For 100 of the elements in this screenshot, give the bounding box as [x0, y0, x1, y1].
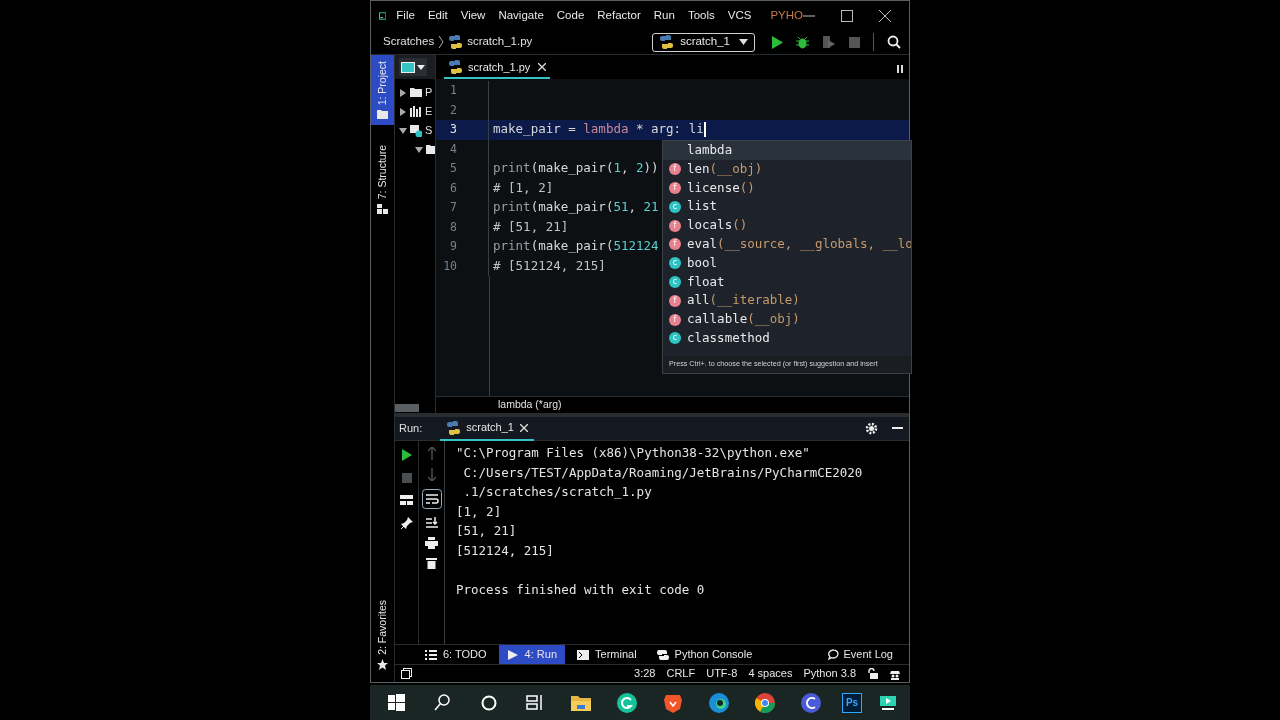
layout-icon[interactable] [400, 495, 413, 505]
lock-icon[interactable] [867, 668, 878, 679]
code-line: print(make_pair(51, 21 [493, 198, 659, 217]
item-type-marker: c [669, 257, 681, 270]
bug-icon[interactable] [796, 35, 809, 49]
menu-item[interactable]: Tools [687, 6, 715, 25]
status-item[interactable]: UTF-8 [706, 665, 738, 682]
menu-item[interactable]: Refactor [597, 6, 641, 25]
completion-item[interactable]: c float [663, 272, 911, 292]
item-type-marker: c [669, 332, 681, 345]
window-icon [401, 61, 415, 73]
run-tab[interactable]: scratch_1 [440, 416, 534, 441]
console-output-line: C:/Users/TEST/AppData/Roaming/JetBrains/PyCharmCE2020 [462, 463, 864, 482]
search-icon[interactable] [433, 692, 453, 713]
scroll-to-end-icon[interactable] [425, 517, 438, 529]
line-number: 9 [449, 238, 457, 256]
menu-item[interactable]: Run [653, 6, 675, 25]
collapsed-arrow-icon[interactable] [399, 88, 407, 97]
search-icon[interactable] [887, 35, 901, 49]
breadcrumb-item[interactable]: lambda (*arg) [498, 397, 562, 413]
circle-app-icon[interactable] [617, 692, 637, 713]
coverage-icon[interactable] [822, 35, 836, 49]
python-icon [656, 649, 669, 660]
console-output-line: [51, 21] [456, 522, 518, 541]
run-icon[interactable] [401, 449, 412, 461]
code-line: make_pair = lambda * arg: li [493, 120, 704, 139]
run-icon[interactable] [771, 35, 783, 49]
line-number: 5 [449, 160, 457, 178]
menu-item[interactable]: VCS [727, 6, 752, 25]
line-number: 2 [449, 101, 457, 119]
settings-icon[interactable] [865, 422, 878, 435]
stop-icon[interactable] [849, 36, 860, 48]
console-output-line: [1, 2] [456, 502, 503, 521]
maximize-icon[interactable] [841, 9, 853, 22]
windows-icon[interactable] [387, 692, 407, 713]
browser-icon[interactable] [755, 692, 775, 713]
scrollbar-thumb[interactable] [395, 404, 419, 412]
status-item[interactable]: CRLF [666, 665, 696, 682]
tool-window-tab[interactable]: Event Log [828, 646, 893, 663]
status-item[interactable]: Python 3.8 [803, 665, 856, 682]
menu-item[interactable]: Navigate [498, 6, 544, 25]
app-icon[interactable]: Ps [842, 692, 862, 713]
text-cursor [703, 122, 706, 138]
tool-window-tab[interactable]: 6: TODO [417, 644, 495, 665]
breadcrumb-item[interactable]: Scratches [383, 33, 435, 51]
completion-item[interactable]: c bool [663, 253, 911, 273]
minimize-icon[interactable] [892, 427, 903, 430]
line-number: 4 [449, 140, 457, 158]
close-icon[interactable] [879, 9, 891, 22]
collapsed-arrow-icon[interactable] [399, 107, 407, 116]
completion-item[interactable]: f callable(__obj) [663, 310, 911, 329]
completion-item[interactable]: f license() [663, 178, 911, 198]
completion-item[interactable]: c classmethod [663, 328, 911, 348]
menu-item[interactable]: View [460, 6, 486, 25]
menu-item[interactable]: Edit [427, 6, 448, 25]
close-icon[interactable] [519, 423, 528, 432]
soft-wrap-icon[interactable] [421, 489, 442, 509]
item-type-marker: f [669, 163, 681, 176]
expanded-arrow-icon[interactable] [399, 126, 407, 135]
status-item[interactable]: 3:28 [634, 665, 656, 682]
status-item[interactable]: 4 spaces [748, 665, 793, 682]
menu-item[interactable]: Code [556, 6, 585, 25]
console-output-line: Process finished with exit code 0 [456, 580, 706, 599]
python-file-icon [448, 59, 464, 75]
tool-window-tab[interactable]: 2: Favorites [371, 600, 394, 670]
view-selector-dropdown[interactable] [399, 58, 427, 76]
line-number: 8 [449, 218, 457, 236]
expanded-arrow-icon[interactable] [415, 145, 423, 154]
breadcrumb-item[interactable]: scratch_1.py [467, 33, 533, 51]
tool-window-tab[interactable]: 7: Structure [371, 139, 394, 220]
run-configuration-dropdown[interactable]: scratch_1 [652, 32, 755, 52]
tool-window-tab[interactable]: Terminal [569, 644, 645, 665]
line-number: 7 [449, 199, 457, 217]
completion-item[interactable]: f all(__iterable) [663, 291, 911, 311]
completion-item[interactable]: lambda [663, 141, 911, 160]
tool-window-tab[interactable]: Python Console [648, 644, 761, 665]
item-type-marker: f [669, 238, 681, 251]
python-icon [659, 34, 676, 50]
line-number: 1 [449, 82, 457, 100]
terminal-icon [577, 649, 590, 660]
circle-app-icon[interactable] [801, 692, 821, 713]
menu-item[interactable]: File [396, 6, 415, 25]
tree-item-label[interactable]: S [425, 122, 433, 139]
line-number: 10 [442, 257, 457, 275]
tool-window-tab[interactable]: 4: Run [498, 644, 566, 665]
task-view-icon[interactable] [525, 692, 545, 713]
tree-item-label[interactable]: P [425, 84, 433, 101]
pin-icon[interactable] [400, 517, 413, 529]
completion-item[interactable]: f len(__obj) [663, 159, 911, 179]
tool-window-tab[interactable]: 1: Project [371, 55, 394, 126]
item-type-marker: f [669, 182, 681, 194]
trash-icon[interactable] [426, 557, 437, 569]
item-type-marker: f [669, 313, 681, 326]
panels-icon[interactable] [401, 668, 412, 679]
tree-item-label[interactable]: E [425, 103, 433, 120]
print-icon[interactable] [425, 537, 438, 549]
list-icon [425, 649, 437, 660]
completion-item[interactable]: c list [663, 197, 911, 217]
close-icon[interactable] [538, 63, 547, 71]
completion-item[interactable]: f locals() [663, 216, 911, 235]
